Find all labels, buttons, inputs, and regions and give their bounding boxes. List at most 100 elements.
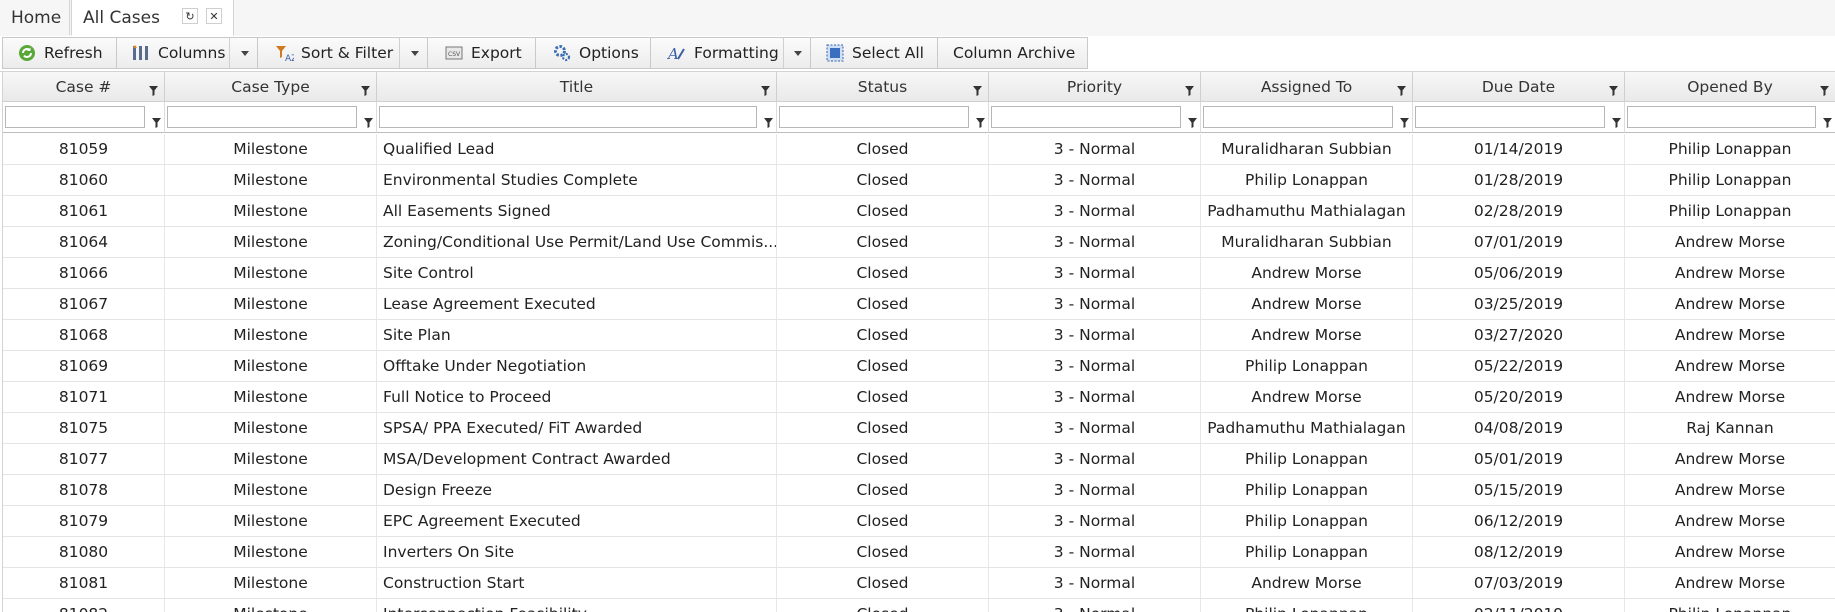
columns-button[interactable]: Columns <box>117 37 258 69</box>
cell-status: Closed <box>777 413 989 443</box>
cell-due-date: 07/03/2019 <box>1413 568 1625 598</box>
tab-home[interactable]: Home <box>0 0 70 35</box>
filter-icon[interactable] <box>149 82 158 100</box>
cell-status: Closed <box>777 475 989 505</box>
column-header-label: Case Type <box>231 77 310 96</box>
cell-case-type: Milestone <box>165 351 377 381</box>
formatting-chevron-down-icon[interactable] <box>794 51 802 56</box>
cell-assigned-to: Philip Lonappan <box>1201 506 1413 536</box>
select-all-button[interactable]: Select All <box>811 37 938 69</box>
cell-case-type: Milestone <box>165 258 377 288</box>
cell-case-number: 81077 <box>3 444 165 474</box>
cell-case-type: Milestone <box>165 134 377 164</box>
cell-case-number: 81068 <box>3 320 165 350</box>
tab-all-cases[interactable]: All Cases ↻ ✕ <box>71 0 234 36</box>
columns-label: Columns <box>158 44 226 62</box>
tab-bar: Home All Cases ↻ ✕ <box>0 0 1835 37</box>
cell-status: Closed <box>777 351 989 381</box>
cell-opened-by: Philip Lonappan <box>1625 599 1835 612</box>
table-row[interactable]: 81069 Milestone Offtake Under Negotiation C… <box>3 351 1835 382</box>
cell-opened-by: Andrew Morse <box>1625 382 1835 412</box>
table-row[interactable]: 81068 Milestone Site Plan Closed 3 - Normal A… <box>3 320 1835 351</box>
formatting-label: Formatting <box>694 44 779 62</box>
filter-icon[interactable] <box>976 113 985 132</box>
column-archive-label: Column Archive <box>953 44 1076 62</box>
options-button[interactable]: Options <box>536 37 651 69</box>
sort-filter-label: Sort & Filter <box>301 44 394 62</box>
filter-icon[interactable] <box>1823 113 1832 132</box>
filter-input-assigned-to[interactable] <box>1203 106 1393 128</box>
filter-icon[interactable] <box>761 82 770 100</box>
table-row[interactable]: 81059 Milestone Qualified Lead Closed 3 - No… <box>3 134 1835 165</box>
filter-icon[interactable] <box>1612 113 1621 132</box>
filter-icon[interactable] <box>1609 82 1618 100</box>
filter-icon[interactable] <box>1397 82 1406 100</box>
select-all-label: Select All <box>852 44 924 62</box>
table-row[interactable]: 81077 Milestone MSA/Development Contract A… <box>3 444 1835 475</box>
cell-case-number: 81075 <box>3 413 165 443</box>
filter-input-case-number[interactable] <box>5 106 145 128</box>
column-header-label: Title <box>559 77 594 96</box>
table-row[interactable]: 81066 Milestone Site Control Closed 3 - Norm… <box>3 258 1835 289</box>
table-row[interactable]: 81082MilestoneInterconnection Feasibilit… <box>3 599 1835 612</box>
formatting-button[interactable]: A Formatting <box>651 37 811 69</box>
table-row[interactable]: 81061 Milestone All Easements Signed Closed… <box>3 196 1835 227</box>
cell-due-date: 05/22/2019 <box>1413 351 1625 381</box>
filter-input-opened-by[interactable] <box>1627 106 1816 128</box>
filter-icon[interactable] <box>1820 82 1829 100</box>
table-row[interactable]: 81080 Milestone Inverters On Site Closed 3 -… <box>3 537 1835 568</box>
filter-icon[interactable] <box>1185 82 1194 100</box>
table-row[interactable]: 81064 Milestone Zoning/Conditional Use Per… <box>3 227 1835 258</box>
table-row[interactable]: 81067 Milestone Lease Agreement Executed Cl… <box>3 289 1835 320</box>
filter-icon[interactable] <box>152 113 161 132</box>
refresh-tab-icon[interactable]: ↻ <box>182 8 198 24</box>
cell-opened-by: Andrew Morse <box>1625 475 1835 505</box>
cell-title: Full Notice to Proceed <box>377 382 777 412</box>
filter-input-status[interactable] <box>779 106 969 128</box>
cell-priority: 3 - Normal <box>989 382 1201 412</box>
filter-input-case-type[interactable] <box>167 106 357 128</box>
column-header-label: Status <box>857 77 908 96</box>
filter-icon[interactable] <box>764 113 773 132</box>
export-button[interactable]: CSV Export <box>428 37 536 69</box>
cell-case-number: 81071 <box>3 382 165 412</box>
table-row[interactable]: 81075 Milestone SPSA/ PPA Executed/ FiT Aw… <box>3 413 1835 444</box>
filter-icon[interactable] <box>1188 113 1197 132</box>
filter-icon[interactable] <box>361 82 370 100</box>
column-header-priority[interactable]: Priority <box>989 72 1201 102</box>
filter-icon[interactable] <box>973 82 982 100</box>
cell-due-date: 03/27/2020 <box>1413 320 1625 350</box>
sort-filter-chevron-down-icon[interactable] <box>411 51 419 56</box>
column-header-case-number[interactable]: Case # <box>3 72 165 102</box>
column-archive-button[interactable]: Column Archive <box>938 37 1088 69</box>
filter-icon[interactable] <box>1400 113 1409 132</box>
column-header-assigned-to[interactable]: Assigned To <box>1201 72 1413 102</box>
columns-chevron-down-icon[interactable] <box>241 51 249 56</box>
column-header-opened-by[interactable]: Opened By <box>1625 72 1835 102</box>
column-header-case-type[interactable]: Case Type <box>165 72 377 102</box>
close-tab-icon[interactable]: ✕ <box>206 8 222 24</box>
table-row[interactable]: 81079 Milestone EPC Agreement Executed Clos… <box>3 506 1835 537</box>
filter-input-due-date[interactable] <box>1415 106 1605 128</box>
filter-input-title[interactable] <box>379 106 757 128</box>
cell-case-type: Milestone <box>165 599 377 612</box>
column-header-due-date[interactable]: Due Date <box>1413 72 1625 102</box>
sort-filter-button[interactable]: AZ Sort & Filter <box>258 37 428 69</box>
table-row[interactable]: 81060 Milestone Environmental Studies Comp… <box>3 165 1835 196</box>
toolbar: Refresh Columns AZ Sort & Filter CSV Exp… <box>0 36 1835 72</box>
cell-case-number: 81079 <box>3 506 165 536</box>
cell-due-date: 08/12/2019 <box>1413 537 1625 567</box>
column-header-title[interactable]: Title <box>377 72 777 102</box>
table-row[interactable]: 81071 Milestone Full Notice to Proceed Clos… <box>3 382 1835 413</box>
refresh-button[interactable]: Refresh <box>2 37 117 69</box>
column-header-status[interactable]: Status <box>777 72 989 102</box>
cell-priority: 3 - Normal <box>989 444 1201 474</box>
filter-input-priority[interactable] <box>991 106 1181 128</box>
table-row[interactable]: 81081 Milestone Construction Start Closed 3 … <box>3 568 1835 599</box>
filter-icon[interactable] <box>364 113 373 132</box>
cell-opened-by: Andrew Morse <box>1625 568 1835 598</box>
cell-status: Closed <box>777 568 989 598</box>
cell-assigned-to: Andrew Morse <box>1201 320 1413 350</box>
table-row[interactable]: 81078 Milestone Design Freeze Closed 3 - Nor… <box>3 475 1835 506</box>
cell-priority: 3 - Normal <box>989 258 1201 288</box>
